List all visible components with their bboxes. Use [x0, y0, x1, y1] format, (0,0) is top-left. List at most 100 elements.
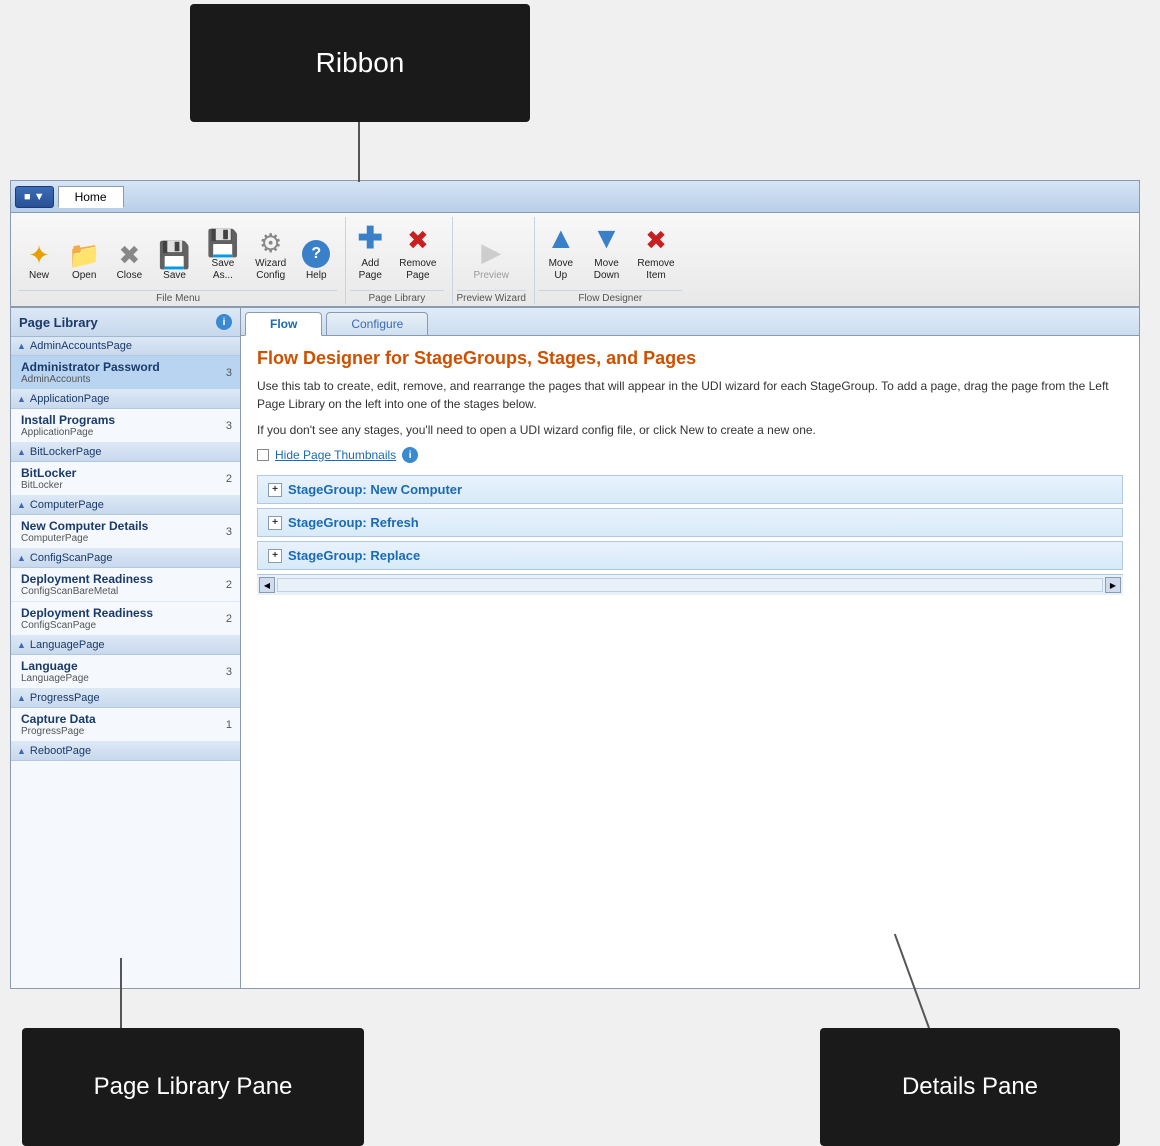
home-tab[interactable]: Home	[58, 186, 124, 208]
save-as-button[interactable]: 💾 Save As...	[200, 226, 246, 286]
add-page-button[interactable]: ✚ Add Page	[350, 217, 390, 286]
ribbon-connector-line	[358, 122, 360, 182]
stage-group-new-computer-header[interactable]: + StageGroup: New Computer	[258, 476, 1122, 503]
save-button[interactable]: 💾 Save	[151, 238, 197, 286]
remove-page-icon: ✖	[407, 225, 429, 256]
new-icon: ✦	[28, 242, 50, 268]
preview-button[interactable]: ▶ Preview	[466, 233, 516, 286]
add-page-icon: ✚	[358, 221, 383, 256]
ribbon-group-page-library: ✚ Add Page ✖ Remove Page Page Library	[346, 217, 452, 304]
move-up-label: Move Up	[549, 258, 573, 282]
lib-category-reboot: ▲ RebootPage	[11, 742, 240, 761]
lib-item-deployment-readiness-configscan[interactable]: Deployment Readiness ConfigScanPage 2	[11, 602, 240, 636]
page-library-header: Page Library i	[11, 308, 240, 337]
category-collapse-icon: ▲	[17, 447, 26, 457]
lib-item-name: BitLocker	[21, 466, 222, 480]
stage-group-refresh-header[interactable]: + StageGroup: Refresh	[258, 509, 1122, 536]
hide-thumbnails-row: Hide Page Thumbnails i	[257, 447, 1123, 463]
stage-group-refresh-name: StageGroup: Refresh	[288, 515, 419, 530]
move-down-label: Move Down	[594, 258, 620, 282]
move-down-button[interactable]: ▼ Move Down	[585, 218, 629, 286]
lib-category-language-label: LanguagePage	[30, 639, 105, 651]
main-content: Page Library i ▲ AdminAccountsPage Admin…	[11, 308, 1139, 988]
lib-category-progress: ▲ ProgressPage	[11, 689, 240, 708]
details-panel: Flow Configure Flow Designer for StageGr…	[241, 308, 1139, 988]
ribbon-file-buttons: ✦ New 📁 Open ✖ Close 💾 Save 💾 S	[19, 217, 337, 286]
hide-thumbnails-checkbox[interactable]	[257, 449, 269, 461]
ribbon-label-box: Ribbon	[190, 4, 530, 122]
stage-group-replace: + StageGroup: Replace	[257, 541, 1123, 570]
open-label: Open	[72, 270, 96, 282]
lib-item-page: ProgressPage	[21, 726, 222, 737]
lib-item-admin-password[interactable]: Administrator Password AdminAccounts 3	[11, 356, 240, 390]
category-collapse-icon: ▲	[17, 394, 26, 404]
lib-category-bitlocker-label: BitLockerPage	[30, 446, 102, 458]
lib-category-configscan: ▲ ConfigScanPage	[11, 549, 240, 568]
help-label: Help	[306, 270, 327, 282]
wizard-config-icon: ⚙	[259, 230, 282, 256]
save-as-label: Save As...	[212, 258, 235, 282]
new-button[interactable]: ✦ New	[19, 238, 59, 286]
scroll-right-arrow[interactable]: ▶	[1105, 577, 1121, 593]
open-button[interactable]: 📁 Open	[61, 238, 107, 286]
details-pane-label-box: Details Pane	[820, 1028, 1120, 1146]
flow-desc-1: Use this tab to create, edit, remove, an…	[257, 377, 1123, 413]
lib-item-count: 1	[226, 719, 232, 731]
hide-thumbnails-label[interactable]: Hide Page Thumbnails	[275, 448, 396, 462]
flow-tab[interactable]: Flow	[245, 312, 322, 336]
page-library-scroll[interactable]: ▲ AdminAccountsPage Administrator Passwo…	[11, 337, 240, 988]
lib-category-reboot-label: RebootPage	[30, 745, 91, 757]
remove-item-button[interactable]: ✖ Remove Item	[630, 221, 681, 286]
help-button[interactable]: ? Help	[295, 236, 337, 286]
close-icon: ✖	[118, 242, 140, 268]
title-bar: ■ ▼ Home	[11, 181, 1139, 213]
lib-item-language[interactable]: Language LanguagePage 3	[11, 655, 240, 689]
lib-item-capture-data[interactable]: Capture Data ProgressPage 1	[11, 708, 240, 742]
page-library-info-icon[interactable]: i	[216, 314, 232, 330]
new-label: New	[29, 270, 49, 282]
scroll-left-arrow[interactable]: ◀	[259, 577, 275, 593]
stage-expand-icon[interactable]: +	[268, 483, 282, 497]
stage-expand-icon[interactable]: +	[268, 549, 282, 563]
lib-category-computer-label: ComputerPage	[30, 499, 104, 511]
configure-tab[interactable]: Configure	[326, 312, 428, 335]
horizontal-scrollbar[interactable]: ◀ ▶	[257, 574, 1123, 595]
preview-wizard-group-label: Preview Wizard	[457, 290, 526, 304]
lib-category-progress-label: ProgressPage	[30, 692, 100, 704]
lib-item-name: Administrator Password	[21, 360, 222, 374]
lib-item-count: 3	[226, 526, 232, 538]
flow-desc-2: If you don't see any stages, you'll need…	[257, 421, 1123, 439]
stage-group-replace-header[interactable]: + StageGroup: Replace	[258, 542, 1122, 569]
hide-thumbnails-info-icon[interactable]: i	[402, 447, 418, 463]
details-tabs: Flow Configure	[241, 308, 1139, 336]
preview-icon: ▶	[481, 237, 501, 268]
lib-item-install-programs[interactable]: Install Programs ApplicationPage 3	[11, 409, 240, 443]
lib-category-language: ▲ LanguagePage	[11, 636, 240, 655]
stage-group-new-computer-name: StageGroup: New Computer	[288, 482, 462, 497]
lib-item-count: 2	[226, 579, 232, 591]
page-library-title: Page Library	[19, 315, 98, 330]
lib-category-computer: ▲ ComputerPage	[11, 496, 240, 515]
lib-item-deployment-readiness-baremetal[interactable]: Deployment Readiness ConfigScanBareMetal…	[11, 568, 240, 602]
wizard-config-button[interactable]: ⚙ Wizard Config	[248, 226, 293, 286]
remove-page-button[interactable]: ✖ Remove Page	[392, 221, 443, 286]
lib-item-name: Deployment Readiness	[21, 572, 222, 586]
stage-group-refresh: + StageGroup: Refresh	[257, 508, 1123, 537]
lib-item-computer-details[interactable]: New Computer Details ComputerPage 3	[11, 515, 240, 549]
app-menu-button[interactable]: ■ ▼	[15, 186, 54, 208]
lib-item-page: ApplicationPage	[21, 427, 222, 438]
stage-expand-icon[interactable]: +	[268, 516, 282, 530]
details-pane-text: Details Pane	[902, 1073, 1038, 1101]
open-icon: 📁	[68, 242, 100, 268]
category-collapse-icon: ▲	[17, 693, 26, 703]
lib-item-count: 3	[226, 666, 232, 678]
preview-label: Preview	[473, 270, 509, 282]
lib-category-bitlocker: ▲ BitLockerPage	[11, 443, 240, 462]
lib-item-bitlocker[interactable]: BitLocker BitLocker 2	[11, 462, 240, 496]
move-up-button[interactable]: ▲ Move Up	[539, 218, 583, 286]
scroll-track[interactable]	[277, 578, 1103, 592]
lib-category-app: ▲ ApplicationPage	[11, 390, 240, 409]
close-button[interactable]: ✖ Close	[109, 238, 149, 286]
lib-item-count: 3	[226, 367, 232, 379]
app-menu-icon: ■ ▼	[24, 191, 45, 203]
